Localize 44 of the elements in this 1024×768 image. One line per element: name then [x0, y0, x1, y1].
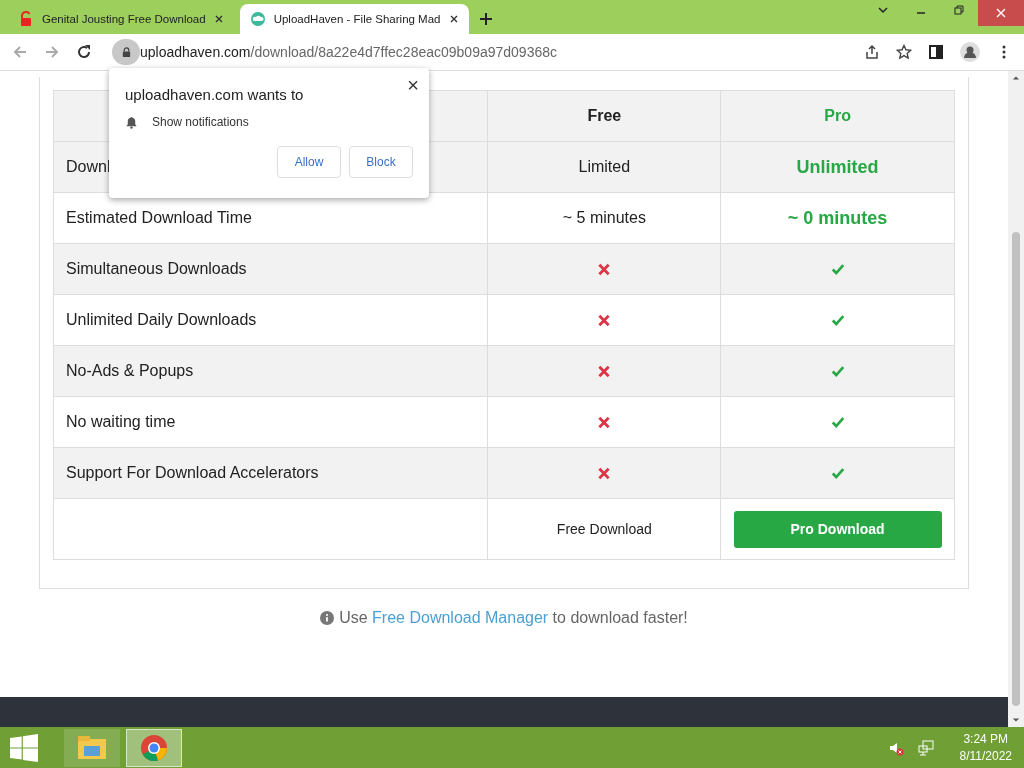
column-header: Free [488, 90, 721, 142]
browser-tab[interactable]: UploadHaven - File Sharing Mad [239, 4, 469, 34]
feature-cell: Unlimited Daily Downloads [53, 294, 488, 346]
profile-icon[interactable] [960, 42, 980, 62]
new-tab-icon[interactable] [478, 12, 493, 26]
tip-text: Use Free Download Manager to download faster! [339, 609, 688, 627]
feature-cell: Support For Download Accelerators [53, 447, 488, 499]
feature-cell: Simultaneous Downloads [53, 243, 488, 295]
info-icon [320, 611, 335, 625]
dialog-button[interactable]: Block [349, 146, 413, 178]
table-cell: Limited [488, 141, 721, 193]
bell-icon [125, 115, 138, 129]
close-icon[interactable] [448, 14, 459, 24]
restore-icon[interactable] [953, 4, 965, 16]
dialog-title: uploadhaven.com wants to [125, 86, 305, 103]
url-field[interactable]: uploadhaven.com/download/8a22e4d7ffec28eac09b09a97d09368c [140, 44, 557, 60]
time-text: 3:24 PM [963, 730, 1009, 748]
date-text: 8/11/2022 [959, 747, 1012, 765]
table-cell: ~ 5 minutes [488, 192, 721, 244]
scrollbar[interactable] [1008, 71, 1024, 727]
browser-taskbar-button[interactable] [126, 728, 182, 767]
permission-text: Show notifications [152, 115, 249, 129]
scroll-up-icon[interactable] [1012, 74, 1020, 82]
close-icon[interactable] [213, 14, 224, 24]
side-panel-icon[interactable] [928, 44, 944, 60]
feature-cell: No waiting time [53, 396, 488, 448]
feature-cell: No-Ads & Popups [53, 345, 488, 397]
share-icon[interactable] [864, 44, 880, 60]
lock-icon[interactable] [112, 39, 140, 65]
padlock-icon [18, 11, 34, 27]
browser-tab[interactable]: Genital Jousting Free Download [8, 4, 234, 34]
chevron-down-icon[interactable] [877, 4, 889, 16]
free-download-link[interactable]: Free Download [556, 521, 652, 537]
column-header: Pro [720, 90, 955, 142]
reload-icon[interactable] [76, 44, 92, 60]
cloud-icon [249, 11, 266, 27]
table-cell: ~ 0 minutes [720, 192, 955, 244]
close-button[interactable]: × [405, 74, 421, 97]
table-cell: Unlimited [720, 141, 955, 193]
dialog-button[interactable]: Allow [277, 146, 341, 178]
windows-start-icon[interactable] [10, 733, 38, 762]
star-icon[interactable] [896, 44, 912, 60]
browser-icon[interactable] [140, 733, 168, 762]
scroll-down-icon[interactable] [1012, 716, 1020, 724]
